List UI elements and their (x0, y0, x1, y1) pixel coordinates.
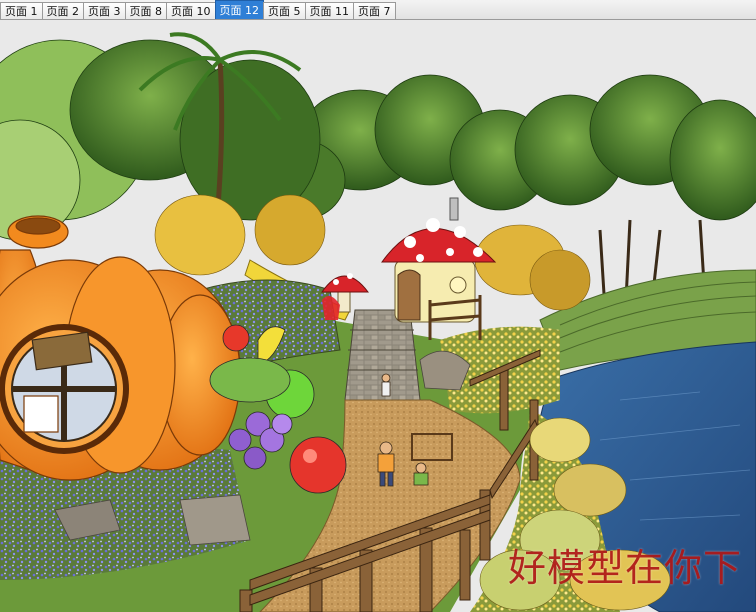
garden-scene (0, 20, 756, 612)
tab-page-8[interactable]: 页面 8 (124, 2, 167, 19)
tab-page-1[interactable]: 页面 1 (0, 2, 43, 19)
tab-page-10[interactable]: 页面 10 (166, 2, 216, 19)
tab-page-11[interactable]: 页面 11 (304, 2, 354, 19)
watermark-text: 好模型在你下 (507, 546, 742, 590)
page-tab-bar: 页面 1 页面 2 页面 3 页面 8 页面 10 页面 12 页面 5 页面 … (0, 0, 756, 20)
tab-page-3[interactable]: 页面 3 (83, 2, 126, 19)
model-viewport[interactable]: 好模型在你下 (0, 20, 756, 612)
tab-page-2[interactable]: 页面 2 (41, 2, 84, 19)
tab-page-5[interactable]: 页面 5 (263, 2, 306, 19)
tab-page-12[interactable]: 页面 12 (214, 0, 264, 19)
tab-page-7[interactable]: 页面 7 (353, 2, 396, 19)
